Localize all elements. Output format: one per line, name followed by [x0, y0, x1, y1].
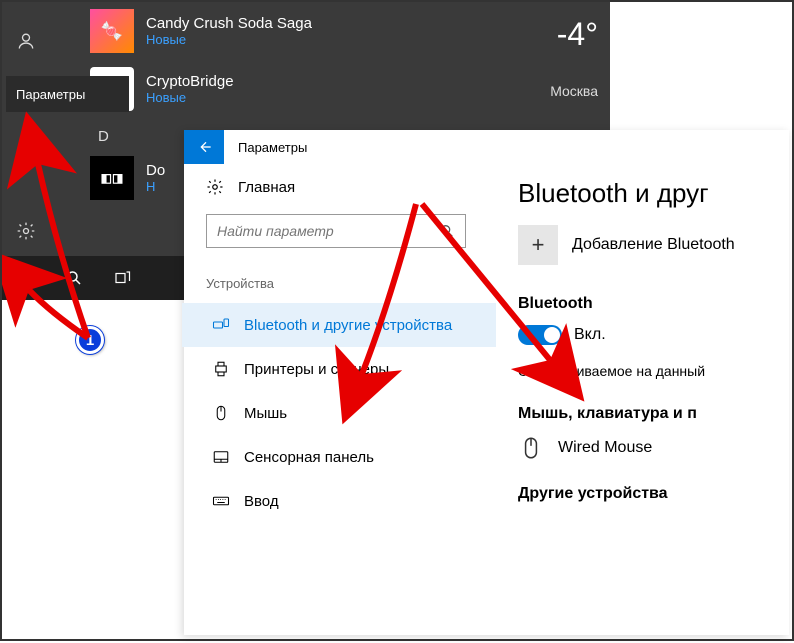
app-status: Новые [146, 32, 312, 47]
home-label: Главная [238, 179, 295, 196]
search-button[interactable] [50, 256, 98, 300]
sidebar-item-label: Принтеры и сканеры [244, 361, 389, 378]
sidebar-item-label: Мышь [244, 405, 287, 422]
app-status: Н [146, 179, 165, 194]
taskview-button[interactable] [98, 256, 146, 300]
app-name: CryptoBridge [146, 73, 234, 90]
app-name: Candy Crush Soda Saga [146, 15, 312, 32]
back-button[interactable] [184, 130, 224, 164]
settings-sidebar: Главная Устройства Bluetooth и другие ус… [184, 164, 518, 635]
app-item-candycrush[interactable]: 🍬 Candy Crush Soda Saga Новые [90, 2, 420, 60]
dolby-tile-icon: ◧◨ [90, 156, 134, 200]
mouse-icon [212, 404, 230, 422]
bluetooth-devices-icon [212, 316, 230, 334]
app-item-cryptobridge[interactable]: ▲ CryptoBridge Новые [90, 60, 420, 118]
app-status: Новые [146, 90, 234, 105]
window-title: Параметры [238, 140, 307, 155]
mkb-heading: Мышь, клавиатура и п [518, 405, 789, 423]
weather-tile[interactable]: -4° Москва [550, 16, 598, 99]
bluetooth-toggle[interactable] [518, 325, 562, 345]
settings-tooltip: Параметры [6, 76, 129, 112]
settings-main: Bluetooth и друг + Добавление Bluetooth … [518, 164, 789, 635]
home-link[interactable]: Главная [206, 178, 496, 196]
annotation-badge-1: 1 [76, 326, 104, 354]
search-icon [439, 223, 455, 239]
add-device-button[interactable]: + Добавление Bluetooth [518, 225, 789, 265]
toggle-state: Вкл. [574, 326, 606, 344]
bluetooth-label: Bluetooth [518, 295, 789, 313]
weather-temp: -4° [550, 16, 598, 53]
settings-titlebar: Параметры [184, 130, 789, 164]
user-icon[interactable] [2, 18, 50, 64]
touchpad-icon [212, 448, 230, 466]
search-input[interactable] [217, 223, 439, 239]
candycrush-tile-icon: 🍬 [90, 9, 134, 53]
start-button[interactable] [2, 256, 50, 300]
discoverable-text: Обнаруживаемое на данный [518, 363, 789, 379]
sidebar-item-printers[interactable]: Принтеры и сканеры [206, 347, 496, 391]
sidebar-heading: Устройства [206, 276, 496, 291]
sidebar-item-touchpad[interactable]: Сенсорная панель [206, 435, 496, 479]
keyboard-icon [212, 492, 230, 510]
sidebar-item-mouse[interactable]: Мышь [206, 391, 496, 435]
page-heading: Bluetooth и друг [518, 178, 789, 209]
sidebar-item-label: Сенсорная панель [244, 449, 374, 466]
mouse-icon [518, 435, 544, 461]
plus-icon: + [518, 225, 558, 265]
app-name: Do [146, 162, 165, 179]
search-box[interactable] [206, 214, 466, 248]
sidebar-item-input[interactable]: Ввод [206, 479, 496, 523]
weather-city: Москва [550, 83, 598, 99]
sidebar-item-label: Bluetooth и другие устройства [244, 317, 452, 334]
printer-icon [212, 360, 230, 378]
device-name: Wired Mouse [558, 439, 652, 457]
sidebar-item-bluetooth[interactable]: Bluetooth и другие устройства [182, 303, 496, 347]
other-devices-heading: Другие устройства [518, 485, 789, 503]
sidebar-item-label: Ввод [244, 493, 279, 510]
add-device-label: Добавление Bluetooth [572, 236, 735, 254]
settings-window: Параметры Главная Устройства Bluetooth и… [184, 130, 789, 635]
settings-icon[interactable] [2, 208, 50, 254]
taskbar [2, 256, 192, 300]
tooltip-text: Параметры [16, 87, 85, 102]
device-row-mouse[interactable]: Wired Mouse [518, 435, 789, 461]
